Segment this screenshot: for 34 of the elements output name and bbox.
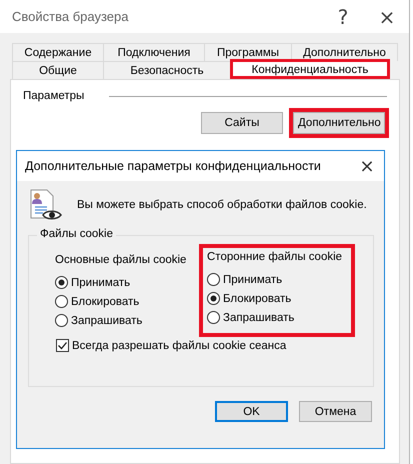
tab[interactable]: Программы (204, 43, 292, 61)
radio-label[interactable]: Блокировать (71, 296, 140, 308)
radio-label[interactable]: Блокировать (223, 292, 292, 304)
cancel-button[interactable]: Отмена (299, 401, 372, 422)
radio-button[interactable] (207, 311, 220, 324)
column-title: Сторонние файлы cookie (207, 251, 344, 263)
checkbox[interactable] (56, 339, 69, 352)
radio-button[interactable] (55, 314, 68, 327)
group-title: Файлы cookie (37, 228, 116, 240)
radio-button[interactable] (55, 276, 68, 289)
ok-button[interactable]: OK (215, 401, 288, 422)
dialog-button[interactable]: Сайты (201, 112, 283, 134)
close-button[interactable]: × (350, 151, 384, 181)
column-title: Основные файлы cookie (55, 254, 188, 266)
tab[interactable]: Общие (12, 61, 104, 79)
radio-button[interactable] (55, 295, 68, 308)
radio-button[interactable] (207, 273, 220, 286)
dialog-title: Дополнительные параметры конфиденциальности (25, 159, 322, 173)
section-title: Параметры (23, 90, 84, 102)
radio-label[interactable]: Принимать (223, 274, 282, 286)
window-title: Свойства браузера (12, 9, 130, 24)
tab[interactable]: Содержание (12, 43, 104, 61)
tab[interactable]: Дополнительно (291, 43, 398, 61)
tab[interactable]: Подключения (103, 43, 205, 61)
close-button[interactable]: × (365, 0, 409, 33)
tab[interactable]: Конфиденциальность (230, 59, 390, 79)
radio-label[interactable]: Запрашивать (223, 312, 294, 324)
radio-label[interactable]: Запрашивать (71, 314, 142, 326)
radio-label[interactable]: Принимать (71, 276, 130, 288)
intro-text: Вы можете выбрать способ обработки файлов cookie. (77, 199, 367, 211)
checkbox-label[interactable]: Всегда разрешать файлы cookie сеанса (72, 340, 286, 352)
radio-button[interactable] (207, 292, 220, 305)
help-button[interactable]: ? (321, 0, 365, 33)
privacy-document-icon (29, 189, 63, 221)
